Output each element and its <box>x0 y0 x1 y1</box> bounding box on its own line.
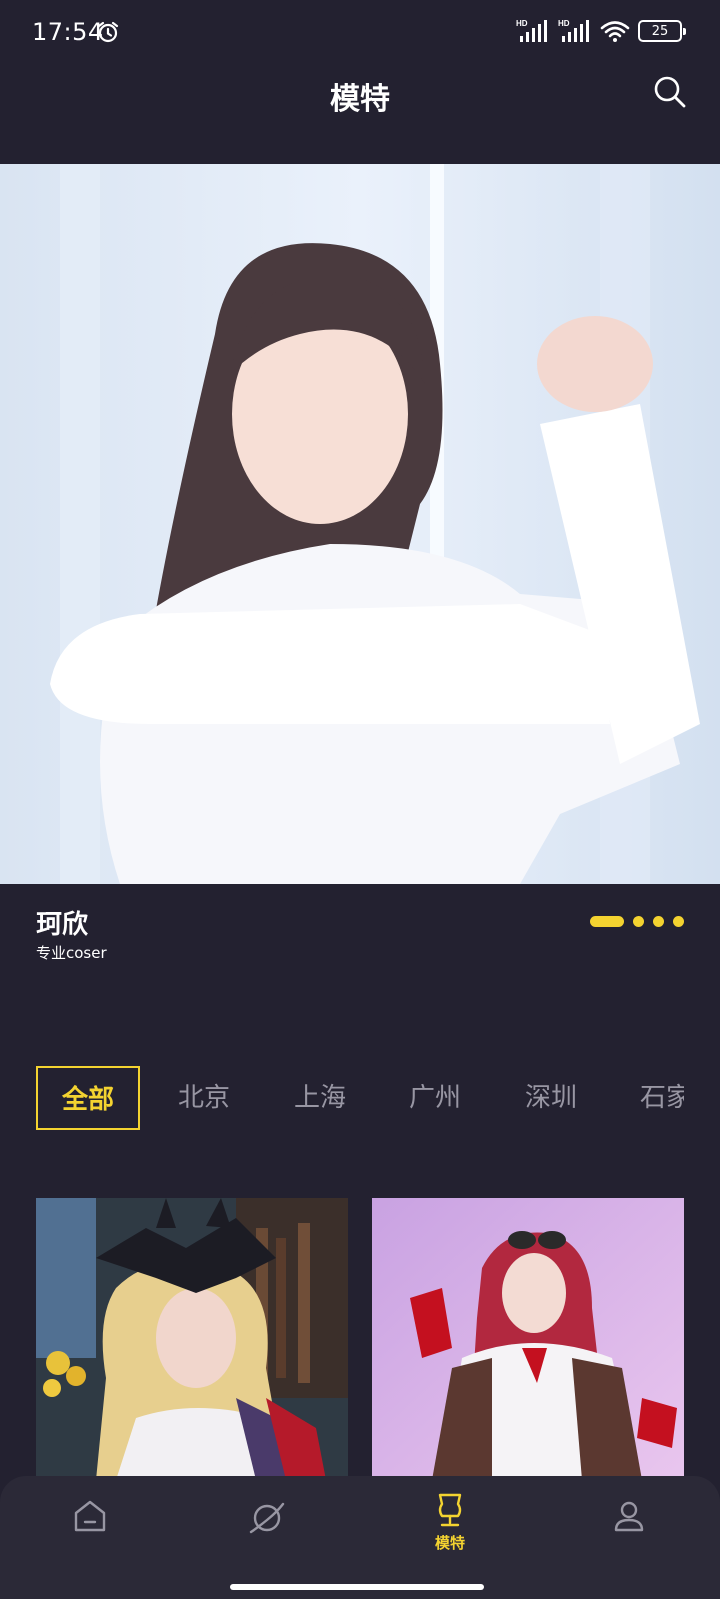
tab-shanghai[interactable]: 上海 <box>278 1066 362 1130</box>
signal-icon: HD <box>516 19 547 42</box>
battery-icon: 25 <box>638 20 686 42</box>
status-icons: HD HD 25 <box>516 18 686 44</box>
page-title: 模特 <box>330 82 390 117</box>
alarm-icon <box>97 21 119 43</box>
home-indicator <box>230 1584 484 1590</box>
nav-discover[interactable] <box>227 1498 307 1568</box>
status-bar: 17:54 HD HD 25 <box>0 0 720 64</box>
header: 模特 <box>0 64 720 164</box>
carousel-dot[interactable] <box>653 916 664 927</box>
carousel-dot[interactable] <box>673 916 684 927</box>
planet-icon <box>249 1502 285 1534</box>
nav-home[interactable] <box>50 1498 130 1568</box>
user-icon <box>614 1501 644 1532</box>
model-name: 珂欣 <box>36 910 89 940</box>
city-tabs: 全部 北京 上海 广州 深圳 石家 <box>0 1066 720 1132</box>
carousel-indicator <box>590 916 684 927</box>
model-card[interactable] <box>36 1198 348 1480</box>
carousel-dot[interactable] <box>633 916 644 927</box>
signal-icon: HD <box>558 19 589 42</box>
model-card-image[interactable] <box>36 1198 348 1480</box>
battery-level: 25 <box>651 23 669 39</box>
home-icon <box>74 1500 106 1532</box>
tab-guangzhou[interactable]: 广州 <box>393 1066 477 1130</box>
banner-info: 珂欣 专业coser <box>0 884 720 974</box>
search-icon[interactable] <box>652 74 688 110</box>
model-card-image[interactable] <box>372 1198 684 1480</box>
banner-carousel[interactable] <box>0 164 720 884</box>
banner-image[interactable] <box>0 164 720 884</box>
tab-shijiazhuang[interactable]: 石家 <box>624 1066 684 1130</box>
carousel-dot-active[interactable] <box>590 916 624 927</box>
dress-form-icon <box>438 1493 462 1527</box>
nav-models[interactable]: 模特 <box>410 1492 490 1562</box>
tab-shenzhen[interactable]: 深圳 <box>509 1066 593 1130</box>
model-card[interactable] <box>372 1198 684 1480</box>
model-subtitle: 专业coser <box>36 944 107 962</box>
nav-label-models: 模特 <box>434 1534 465 1552</box>
svg-text:HD: HD <box>558 19 570 28</box>
status-time: 17:54 <box>32 18 104 46</box>
wifi-icon <box>600 21 630 42</box>
tab-all[interactable]: 全部 <box>36 1066 140 1130</box>
nav-profile[interactable] <box>589 1498 669 1568</box>
svg-text:HD: HD <box>516 19 528 28</box>
bottom-nav: 模特 <box>0 1476 720 1599</box>
tab-beijing[interactable]: 北京 <box>162 1066 246 1130</box>
